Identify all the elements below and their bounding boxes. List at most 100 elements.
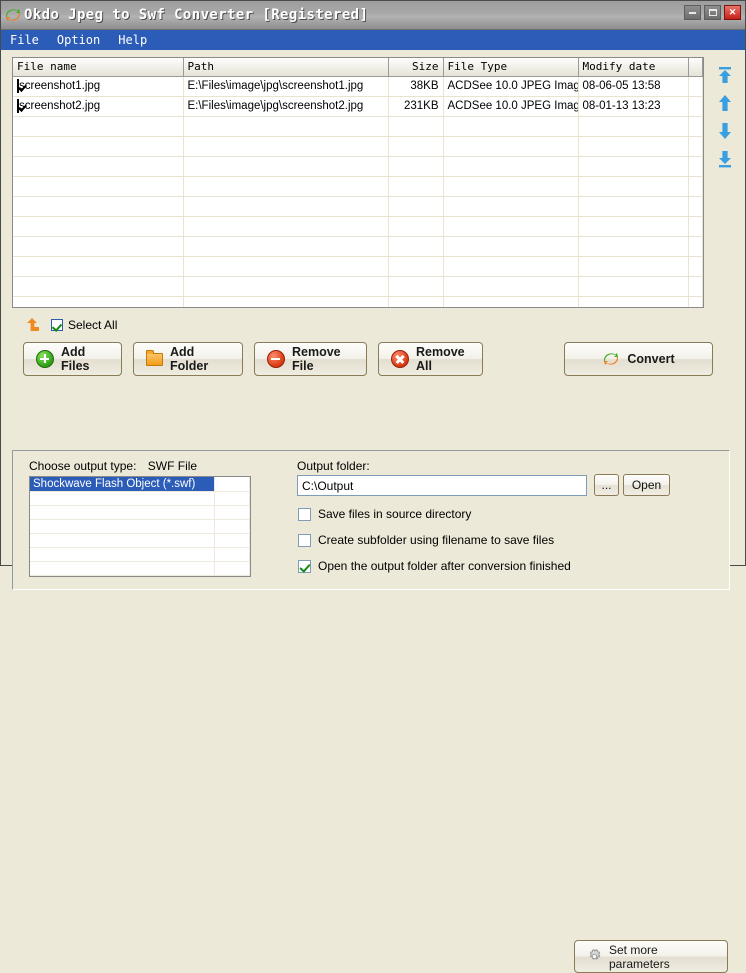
list-item-empty[interactable] <box>30 519 250 534</box>
row-checkbox[interactable] <box>17 99 19 113</box>
choose-output-type-value: SWF File <box>147 459 198 473</box>
empty-cell <box>578 156 689 177</box>
output-folder-input[interactable] <box>297 475 587 496</box>
list-item-empty[interactable] <box>30 547 250 562</box>
empty-cell <box>388 116 444 137</box>
add-files-button[interactable]: Add Files <box>23 342 122 376</box>
table-row-empty[interactable] <box>13 156 703 177</box>
reorder-buttons <box>711 65 739 169</box>
minimize-button[interactable] <box>684 5 701 20</box>
empty-cell <box>214 491 250 506</box>
column-header-size[interactable]: Size <box>388 58 444 77</box>
empty-cell <box>388 216 444 237</box>
save-in-source-checkbox[interactable]: Save files in source directory <box>298 507 471 521</box>
set-more-parameters-button[interactable]: Set more parameters <box>574 940 728 973</box>
menu-item-option[interactable]: Option <box>48 30 109 50</box>
table-row[interactable]: screenshot1.jpg E:\Files\image\jpg\scree… <box>13 76 703 97</box>
empty-cell <box>13 236 184 257</box>
menu-item-help[interactable]: Help <box>109 30 156 50</box>
list-item-empty[interactable] <box>30 561 250 576</box>
table-row-empty[interactable] <box>13 116 703 137</box>
convert-button[interactable]: Convert <box>564 342 713 376</box>
move-to-top-button[interactable] <box>714 65 736 85</box>
open-after-conversion-box[interactable] <box>298 559 311 573</box>
column-header-modify-date[interactable]: Modify date <box>578 58 689 77</box>
empty-cell <box>578 196 689 217</box>
column-header-extra[interactable] <box>688 58 703 77</box>
table-row-empty[interactable] <box>13 196 703 217</box>
table-row-empty[interactable] <box>13 276 703 297</box>
close-circle-icon <box>391 350 409 368</box>
column-header-file-type[interactable]: File Type <box>443 58 579 77</box>
empty-cell <box>183 156 389 177</box>
file-type-cell: ACDSee 10.0 JPEG Image <box>443 96 579 117</box>
table-row-empty[interactable] <box>13 256 703 277</box>
file-size-cell: 231KB <box>388 96 444 117</box>
file-type-cell: ACDSee 10.0 JPEG Image <box>443 76 579 97</box>
file-name-text: screenshot1.jpg <box>19 80 101 92</box>
create-subfolder-box[interactable] <box>298 533 311 547</box>
empty-cell <box>443 116 579 137</box>
output-type-option[interactable]: Shockwave Flash Object (*.swf) <box>30 477 215 492</box>
move-down-button[interactable] <box>714 121 736 141</box>
open-after-conversion-checkbox[interactable]: Open the output folder after conversion … <box>298 559 571 573</box>
empty-cell <box>183 216 389 237</box>
list-item-empty[interactable] <box>30 505 250 520</box>
file-list[interactable]: File name Path Size File Type Modify dat… <box>12 57 704 308</box>
move-up-button[interactable] <box>714 93 736 113</box>
table-row-empty[interactable] <box>13 296 703 307</box>
output-type-extra <box>214 477 250 492</box>
table-row-empty[interactable] <box>13 176 703 197</box>
add-folder-button[interactable]: Add Folder <box>133 342 243 376</box>
create-subfolder-label: Create subfolder using filename to save … <box>318 533 555 547</box>
convert-arrows-icon <box>602 350 620 368</box>
empty-cell <box>578 276 689 297</box>
table-row-empty[interactable] <box>13 216 703 237</box>
remove-all-button[interactable]: Remove All <box>378 342 483 376</box>
window-title: Okdo Jpeg to Swf Converter [Registered] <box>24 7 369 23</box>
empty-cell <box>13 116 184 137</box>
file-extra-cell <box>688 76 703 97</box>
convert-arrows-icon <box>4 6 22 24</box>
save-in-source-label: Save files in source directory <box>318 507 472 521</box>
table-row[interactable]: screenshot2.jpg E:\Files\image\jpg\scree… <box>13 96 703 117</box>
choose-output-type-label: Choose output type: <box>29 459 137 473</box>
column-header-file-name[interactable]: File name <box>13 58 184 77</box>
open-after-conversion-label: Open the output folder after conversion … <box>318 559 571 573</box>
save-in-source-box[interactable] <box>298 507 311 521</box>
window-controls: ✕ <box>684 5 741 20</box>
select-all-box[interactable] <box>51 319 63 331</box>
move-to-bottom-button[interactable] <box>714 149 736 169</box>
close-button[interactable]: ✕ <box>724 5 741 20</box>
empty-cell <box>578 136 689 157</box>
select-all-row: Select All <box>23 315 117 335</box>
column-header-path[interactable]: Path <box>183 58 389 77</box>
create-subfolder-checkbox[interactable]: Create subfolder using filename to save … <box>298 533 554 547</box>
empty-cell <box>388 276 444 297</box>
output-type-list[interactable]: Shockwave Flash Object (*.swf) <box>29 476 251 577</box>
empty-cell <box>13 136 184 157</box>
browse-folder-button[interactable]: ... <box>594 474 619 496</box>
empty-cell <box>443 236 579 257</box>
empty-cell <box>388 236 444 257</box>
table-row-empty[interactable] <box>13 236 703 257</box>
table-row-empty[interactable] <box>13 136 703 157</box>
list-item-empty[interactable] <box>30 533 250 548</box>
list-item[interactable]: Shockwave Flash Object (*.swf) <box>30 477 250 492</box>
empty-cell <box>30 519 215 534</box>
empty-cell <box>183 296 389 307</box>
select-all-checkbox[interactable]: Select All <box>51 318 117 332</box>
empty-cell <box>443 156 579 177</box>
maximize-button[interactable] <box>704 5 721 20</box>
open-folder-button[interactable]: Open <box>623 474 670 496</box>
add-folder-label: Add Folder <box>170 345 209 373</box>
row-checkbox[interactable] <box>17 79 19 93</box>
file-extra-cell <box>688 96 703 117</box>
minus-circle-icon <box>267 350 285 368</box>
file-path-cell: E:\Files\image\jpg\screenshot1.jpg <box>183 76 389 97</box>
move-up-orange-icon[interactable] <box>23 317 41 333</box>
menu-item-file[interactable]: File <box>1 30 48 50</box>
application-window: Okdo Jpeg to Swf Converter [Registered] … <box>0 0 746 973</box>
list-item-empty[interactable] <box>30 491 250 506</box>
remove-file-button[interactable]: Remove File <box>254 342 367 376</box>
